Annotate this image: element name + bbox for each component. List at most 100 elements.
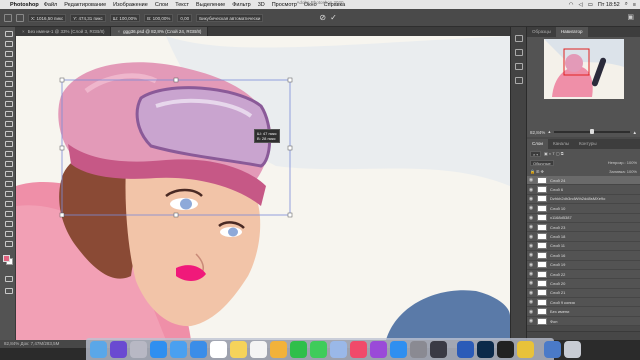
layer-filter-icons[interactable]: ▣ ◐ T ▢ ⧉ xyxy=(544,151,564,156)
reminders-icon[interactable] xyxy=(250,340,267,358)
zoom-tool-icon[interactable] xyxy=(4,230,13,237)
layer-row[interactable]: ◉ Dzhkh2dh3ndWth2dd8sMXe9o xyxy=(527,195,640,205)
visibility-eye-icon[interactable]: ◉ xyxy=(527,290,535,296)
notification-center-icon[interactable]: ≡ xyxy=(633,2,636,8)
tab-layers[interactable]: Слои xyxy=(527,139,548,149)
menu-edit[interactable]: Редактирование xyxy=(64,2,106,8)
visibility-eye-icon[interactable]: ◉ xyxy=(527,205,535,211)
layer-row[interactable]: ◉ Слой 20 xyxy=(527,279,640,289)
marquee-tool-icon[interactable] xyxy=(4,40,13,47)
tab-untitled[interactable]: × Без имени-1 @ 33% (Слой 3, RGB/8) xyxy=(16,27,112,36)
history-brush-tool-icon[interactable] xyxy=(4,130,13,137)
launchpad-icon[interactable] xyxy=(130,340,147,358)
width-field[interactable]: Ш: 100,00% xyxy=(109,13,141,22)
notes-icon[interactable] xyxy=(230,340,247,358)
menu-type[interactable]: Текст xyxy=(175,2,189,8)
visibility-eye-icon[interactable]: ◉ xyxy=(527,215,535,221)
zoom-out-icon[interactable]: ▴ xyxy=(548,129,550,135)
app-menu[interactable]: Photoshop xyxy=(10,2,39,8)
transform-handle[interactable] xyxy=(173,77,179,83)
check-icon[interactable]: ✓ xyxy=(330,13,337,22)
close-icon[interactable]: × xyxy=(117,29,120,34)
shape-tool-icon[interactable] xyxy=(4,210,13,217)
path-select-tool-icon[interactable] xyxy=(4,200,13,207)
lasso-tool-icon[interactable] xyxy=(4,50,13,57)
gradient-tool-icon[interactable] xyxy=(4,150,13,157)
layer-row[interactable]: ◉ x1168d5387 xyxy=(527,214,640,223)
tab-channels[interactable]: Каналы xyxy=(548,139,574,149)
visibility-eye-icon[interactable]: ◉ xyxy=(527,252,535,258)
menu-file[interactable]: Файл xyxy=(44,2,58,8)
safari-icon[interactable] xyxy=(150,340,167,358)
layer-row[interactable]: ◉ Слой 24 xyxy=(527,176,640,186)
history-panel-icon[interactable] xyxy=(515,35,523,42)
transform-handle[interactable] xyxy=(59,145,65,151)
tab-paths[interactable]: Контуры xyxy=(574,139,602,149)
interpolation-select[interactable]: Бикубическая автоматически xyxy=(196,13,264,22)
terminal-icon[interactable] xyxy=(497,340,514,358)
volume-icon[interactable]: ◁ xyxy=(578,2,582,8)
angle-field[interactable]: 0,00 xyxy=(177,13,193,22)
zoom-slider[interactable] xyxy=(553,129,630,134)
visibility-eye-icon[interactable]: ◉ xyxy=(527,234,535,240)
quicktime-icon[interactable] xyxy=(430,340,447,358)
zoom-slider-knob[interactable] xyxy=(590,129,594,134)
transform-handle[interactable] xyxy=(287,145,293,151)
y-field[interactable]: Y: 474,31 пикс xyxy=(70,13,106,22)
facetime-icon[interactable] xyxy=(290,340,307,358)
menu-filter[interactable]: Фильтр xyxy=(232,2,250,8)
visibility-eye-icon[interactable]: ◉ xyxy=(527,187,535,193)
visibility-eye-icon[interactable]: ◉ xyxy=(527,196,535,202)
layer-row[interactable]: ◉ Слой 16 xyxy=(527,251,640,261)
menu-help[interactable]: Справка xyxy=(324,2,346,8)
layer-row[interactable]: ◉ Слой 6 xyxy=(527,185,640,195)
foreground-color-swatch[interactable] xyxy=(3,255,10,262)
properties-panel-icon[interactable] xyxy=(515,49,523,56)
tab-swatches[interactable]: Образцы xyxy=(527,27,556,37)
opacity-field[interactable]: Непрозр.: 100% xyxy=(608,160,637,165)
visibility-eye-icon[interactable]: ◉ xyxy=(527,299,535,305)
quick-select-tool-icon[interactable] xyxy=(4,60,13,67)
menu-image[interactable]: Изображение xyxy=(113,2,148,8)
podcasts-icon[interactable] xyxy=(370,340,387,358)
music-icon[interactable] xyxy=(350,340,367,358)
siri-icon[interactable] xyxy=(110,340,127,358)
move-tool-icon[interactable] xyxy=(4,13,12,22)
visibility-eye-icon[interactable]: ◉ xyxy=(527,224,535,230)
photos-flower-icon[interactable] xyxy=(270,340,287,358)
transform-handle[interactable] xyxy=(173,212,179,218)
eyedropper-tool-icon[interactable] xyxy=(4,90,13,97)
layer-row[interactable]: ◉ Слой 19 xyxy=(527,261,640,270)
layer-row[interactable]: ◉ Фон xyxy=(527,317,640,327)
layer-row[interactable]: ◉ Слой 10 xyxy=(527,204,640,214)
layer-row[interactable]: ◉ Слой 21 xyxy=(527,289,640,299)
layer-row[interactable]: ◉ Слой 22 xyxy=(527,270,640,280)
close-icon[interactable]: × xyxy=(22,29,25,34)
chrome-icon[interactable] xyxy=(517,340,534,358)
battery-icon[interactable]: ▭ xyxy=(588,2,593,8)
menu-select[interactable]: Выделение xyxy=(196,2,225,8)
brush-tool-icon[interactable] xyxy=(4,110,13,117)
wifi-icon[interactable]: ◠ xyxy=(569,2,574,8)
layer-row[interactable]: ◉ Слой 9 копия xyxy=(527,298,640,308)
preview-icon[interactable] xyxy=(330,340,347,358)
menu-layers[interactable]: Слои xyxy=(155,2,168,8)
word-icon[interactable] xyxy=(457,340,474,358)
visibility-eye-icon[interactable]: ◉ xyxy=(527,271,535,277)
screen-mode-icon[interactable] xyxy=(4,287,13,294)
calendar-icon[interactable] xyxy=(210,340,227,358)
dodge-tool-icon[interactable] xyxy=(4,170,13,177)
visibility-eye-icon[interactable]: ◉ xyxy=(527,309,535,315)
document-canvas[interactable]: Ш: 47 пикс В: 28 пикс xyxy=(16,36,510,340)
quick-mask-icon[interactable] xyxy=(4,275,13,282)
mail-icon[interactable] xyxy=(190,340,207,358)
layer-row[interactable]: ◉ Слой 11 xyxy=(527,242,640,252)
navigator-preview[interactable] xyxy=(527,37,640,127)
cancel-icon[interactable]: ⊘ xyxy=(319,13,326,22)
transform-handle[interactable] xyxy=(59,212,65,218)
menu-view[interactable]: Просмотр xyxy=(272,2,297,8)
hand-tool-icon[interactable] xyxy=(4,220,13,227)
more-tools-icon[interactable] xyxy=(4,240,13,247)
eraser-tool-icon[interactable] xyxy=(4,140,13,147)
appstore-icon[interactable] xyxy=(390,340,407,358)
